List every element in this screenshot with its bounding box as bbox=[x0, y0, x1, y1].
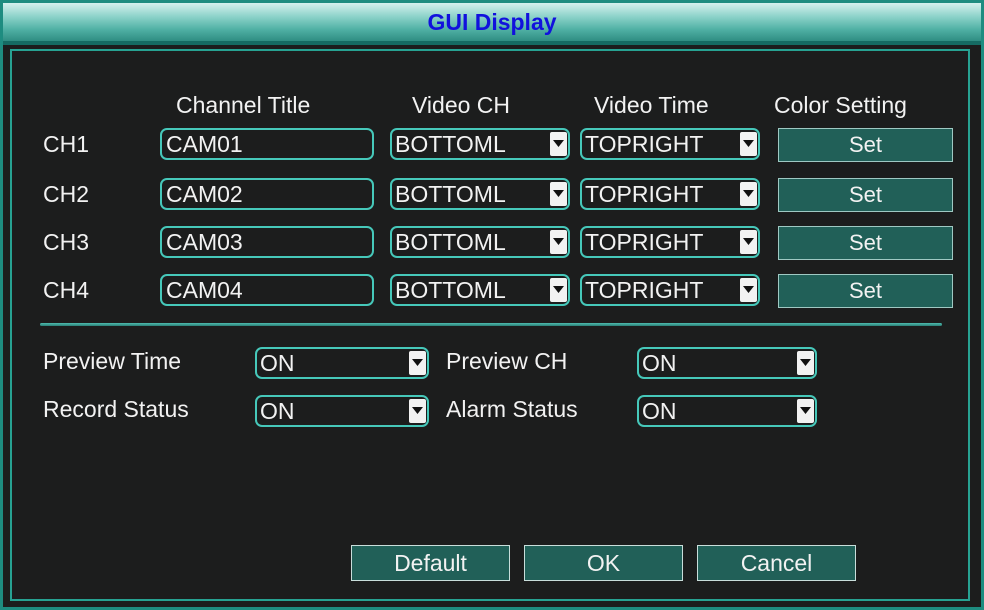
content-panel bbox=[10, 49, 970, 601]
title-bar[interactable]: GUI Display bbox=[3, 3, 981, 41]
window-title: GUI Display bbox=[427, 9, 557, 35]
title-underline bbox=[3, 41, 981, 45]
